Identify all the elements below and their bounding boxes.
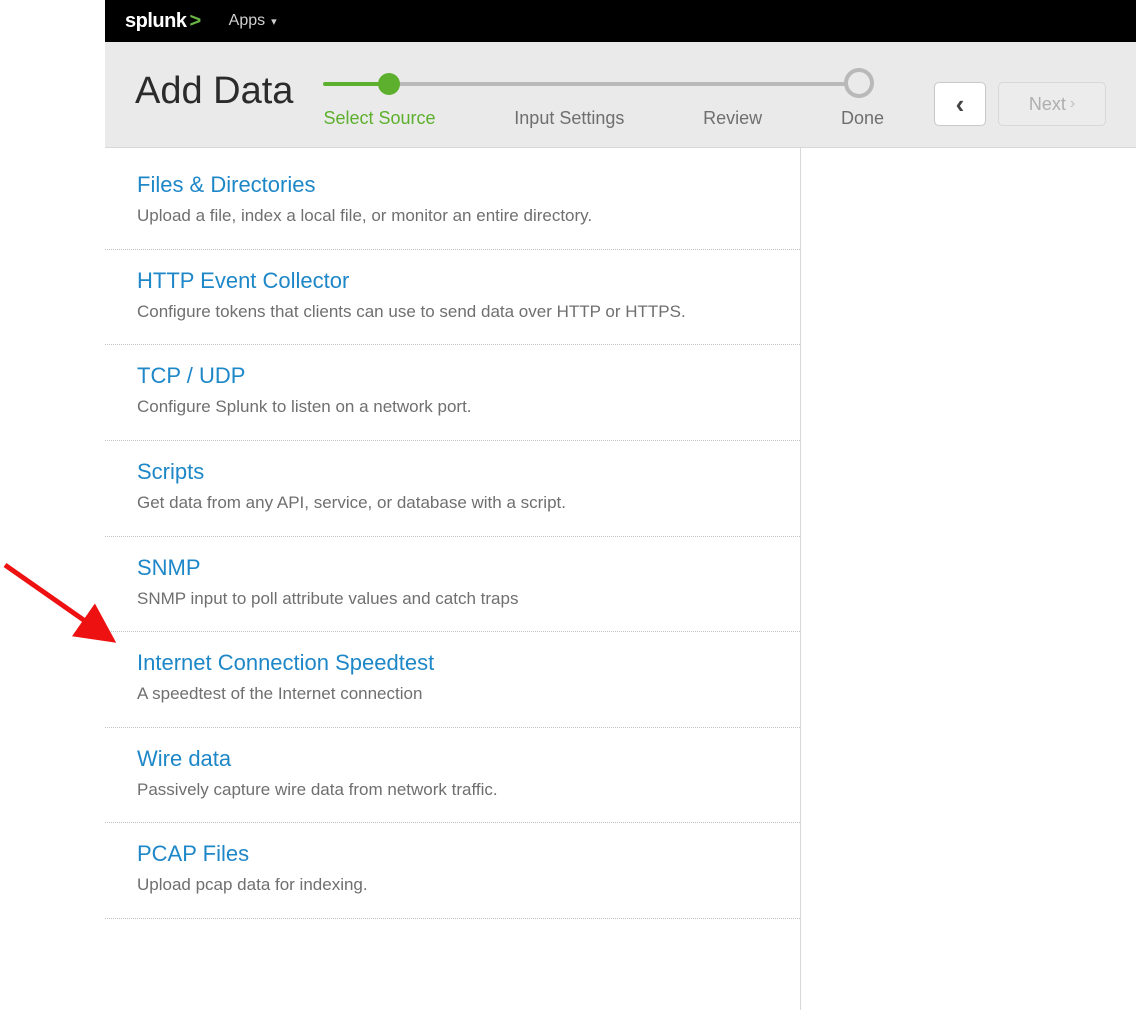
- chevron-down-icon: ▾: [271, 15, 277, 28]
- source-desc: SNMP input to poll attribute values and …: [137, 587, 697, 612]
- wizard-stepper: Select Source Input Settings Review Done: [323, 68, 884, 129]
- source-desc: Upload pcap data for indexing.: [137, 873, 697, 898]
- stepper-track: [323, 68, 884, 98]
- source-title: Wire data: [137, 746, 768, 772]
- source-title: PCAP Files: [137, 841, 768, 867]
- source-title: HTTP Event Collector: [137, 268, 768, 294]
- source-list: Files & Directories Upload a file, index…: [105, 148, 801, 1010]
- step-label-done: Done: [841, 108, 884, 129]
- source-title: Internet Connection Speedtest: [137, 650, 768, 676]
- source-desc: Passively capture wire data from network…: [137, 778, 697, 803]
- back-button[interactable]: ‹: [934, 82, 986, 126]
- source-title: TCP / UDP: [137, 363, 768, 389]
- source-item-speedtest[interactable]: Internet Connection Speedtest A speedtes…: [105, 632, 800, 728]
- chevron-left-icon: ‹: [956, 89, 965, 120]
- source-item-tcp-udp[interactable]: TCP / UDP Configure Splunk to listen on …: [105, 345, 800, 441]
- left-gutter: [0, 0, 105, 1010]
- source-title: Scripts: [137, 459, 768, 485]
- step-label-input-settings: Input Settings: [514, 108, 624, 129]
- chevron-right-icon: ›: [1070, 95, 1075, 113]
- stepper-labels: Select Source Input Settings Review Done: [323, 108, 884, 129]
- page-title: Add Data: [135, 70, 293, 113]
- topbar: splunk> Apps ▾: [105, 0, 1136, 42]
- wizard-header: Add Data Select Source Input Settings Re…: [105, 42, 1136, 148]
- apps-menu-label: Apps: [229, 12, 265, 30]
- step-label-select-source[interactable]: Select Source: [323, 108, 435, 129]
- source-desc: Upload a file, index a local file, or mo…: [137, 204, 697, 229]
- detail-pane: [801, 148, 1136, 1010]
- next-button-label: Next: [1029, 94, 1066, 115]
- source-desc: Get data from any API, service, or datab…: [137, 491, 697, 516]
- source-item-files-directories[interactable]: Files & Directories Upload a file, index…: [105, 148, 800, 250]
- source-title: SNMP: [137, 555, 768, 581]
- step-label-review: Review: [703, 108, 762, 129]
- logo-text: splunk: [125, 10, 186, 33]
- source-desc: Configure Splunk to listen on a network …: [137, 395, 697, 420]
- source-item-pcap-files[interactable]: PCAP Files Upload pcap data for indexing…: [105, 823, 800, 919]
- step-ring-done: [844, 68, 874, 98]
- source-title: Files & Directories: [137, 172, 768, 198]
- step-dot-active: [378, 73, 400, 95]
- source-item-wire-data[interactable]: Wire data Passively capture wire data fr…: [105, 728, 800, 824]
- splunk-logo[interactable]: splunk>: [125, 10, 201, 33]
- logo-chevron-icon: >: [189, 10, 200, 33]
- source-desc: Configure tokens that clients can use to…: [137, 300, 697, 325]
- source-item-scripts[interactable]: Scripts Get data from any API, service, …: [105, 441, 800, 537]
- apps-menu[interactable]: Apps ▾: [229, 12, 277, 30]
- wizard-nav-buttons: ‹ Next ›: [934, 82, 1106, 126]
- source-item-http-event-collector[interactable]: HTTP Event Collector Configure tokens th…: [105, 250, 800, 346]
- source-item-snmp[interactable]: SNMP SNMP input to poll attribute values…: [105, 537, 800, 633]
- stepper-line: [389, 82, 860, 86]
- content-area: Files & Directories Upload a file, index…: [105, 148, 1136, 1010]
- next-button: Next ›: [998, 82, 1106, 126]
- source-desc: A speedtest of the Internet connection: [137, 682, 697, 707]
